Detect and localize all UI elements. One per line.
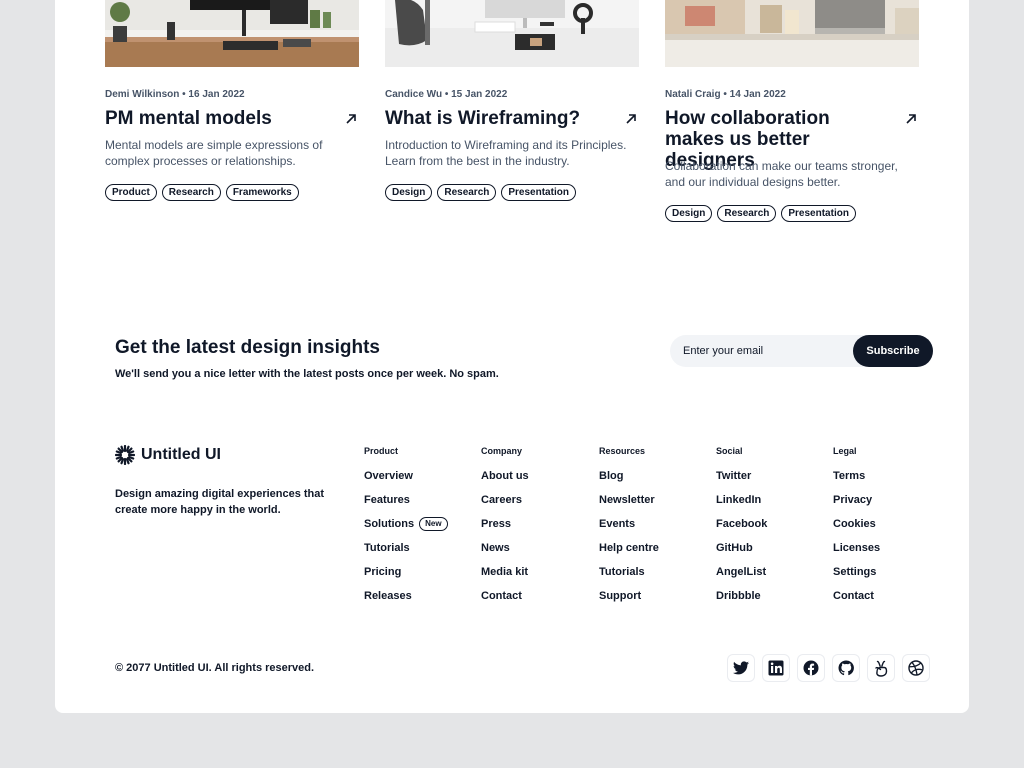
column-heading: Legal: [833, 446, 857, 456]
tag-chip[interactable]: Frameworks: [225, 184, 299, 201]
post-title[interactable]: What is Wireframing?: [385, 108, 607, 129]
collaboration-photo: [665, 0, 919, 67]
linkedin-icon[interactable]: [763, 655, 789, 681]
blog-post-card[interactable]: Candice Wu • 15 Jan 2022 What is Wirefra…: [385, 0, 639, 201]
tag-chip[interactable]: Research: [161, 184, 221, 201]
desk-photo: [105, 0, 359, 67]
post-image-collaboration[interactable]: [665, 0, 919, 67]
footer-link[interactable]: Features: [364, 493, 448, 517]
footer-tagline: Design amazing digital experiences that …: [115, 488, 325, 516]
tag-chip[interactable]: Design: [665, 205, 713, 222]
post-description: Introduction to Wireframing and its Prin…: [385, 138, 627, 168]
footer-link[interactable]: Settings: [833, 565, 880, 589]
footer-link[interactable]: Tutorials: [364, 541, 448, 565]
tag-chip[interactable]: Design: [385, 184, 433, 201]
arrow-up-right-icon[interactable]: [345, 113, 357, 125]
footer-column-product: Product Overview Features Solutions New T…: [364, 446, 448, 613]
newsletter-form: Subscribe: [670, 335, 933, 367]
tag-chip[interactable]: Product: [105, 184, 157, 201]
post-description: Mental models are simple expressions of …: [105, 138, 323, 168]
newsletter-subtitle: We'll send you a nice letter with the la…: [115, 368, 499, 380]
footer-link[interactable]: Contact: [481, 589, 529, 613]
footer-link[interactable]: Contact: [833, 589, 880, 613]
footer-link[interactable]: Press: [481, 517, 529, 541]
tag-chip[interactable]: Presentation: [501, 184, 576, 201]
footer-link[interactable]: Careers: [481, 493, 529, 517]
footer-link[interactable]: Licenses: [833, 541, 880, 565]
footer-column-legal: Legal Terms Privacy Cookies Licenses Set…: [833, 446, 880, 613]
footer-link[interactable]: Newsletter: [599, 493, 659, 517]
twitter-icon[interactable]: [728, 655, 754, 681]
tag-chip[interactable]: Research: [437, 184, 497, 201]
footer-link[interactable]: Media kit: [481, 565, 529, 589]
column-heading: Product: [364, 446, 399, 456]
copyright-text: © 2077 Untitled UI. All rights reserved.: [115, 662, 315, 674]
footer-column-company: Company About us Careers Press News Medi…: [481, 446, 529, 613]
column-heading: Company: [481, 446, 523, 456]
github-icon[interactable]: [833, 655, 859, 681]
subscribe-button[interactable]: Subscribe: [853, 335, 933, 367]
post-description: Collaboration can make our teams stronge…: [665, 159, 898, 189]
post-author-date: Natali Craig • 14 Jan 2022: [665, 89, 786, 100]
footer-link[interactable]: Tutorials: [599, 565, 659, 589]
blog-post-card[interactable]: Demi Wilkinson • 16 Jan 2022 PM mental m…: [105, 0, 359, 201]
footer-link[interactable]: Dribbble: [716, 589, 767, 613]
workspace-photo: [385, 0, 639, 67]
tag-chip[interactable]: Research: [717, 205, 777, 222]
post-image-workspace[interactable]: [385, 0, 639, 67]
footer-link[interactable]: News: [481, 541, 529, 565]
untitled-logo-icon: [115, 445, 135, 465]
footer-link[interactable]: Facebook: [716, 517, 767, 541]
social-icons: [728, 655, 929, 681]
footer-link[interactable]: Help centre: [599, 541, 659, 565]
footer-link-solutions[interactable]: Solutions New: [364, 517, 448, 541]
footer-link[interactable]: Twitter: [716, 469, 767, 493]
newsletter-title: Get the latest design insights: [115, 337, 380, 358]
arrow-up-right-icon[interactable]: [905, 113, 917, 125]
footer-link[interactable]: Releases: [364, 589, 448, 613]
dribbble-icon[interactable]: [903, 655, 929, 681]
footer-column-resources: Resources Blog Newsletter Events Help ce…: [599, 446, 659, 613]
column-heading: Social: [716, 446, 743, 456]
footer-link[interactable]: Overview: [364, 469, 448, 493]
post-author-date: Demi Wilkinson • 16 Jan 2022: [105, 89, 245, 100]
footer-link[interactable]: Support: [599, 589, 659, 613]
footer-link[interactable]: AngelList: [716, 565, 767, 589]
blog-post-card[interactable]: Natali Craig • 14 Jan 2022 How collabora…: [665, 0, 919, 222]
footer-link[interactable]: Events: [599, 517, 659, 541]
facebook-icon[interactable]: [798, 655, 824, 681]
footer-link[interactable]: Privacy: [833, 493, 880, 517]
arrow-up-right-icon[interactable]: [625, 113, 637, 125]
footer-link[interactable]: About us: [481, 469, 529, 493]
footer-link[interactable]: Terms: [833, 469, 880, 493]
footer-link[interactable]: LinkedIn: [716, 493, 767, 517]
footer-link-label: Solutions: [364, 518, 415, 530]
footer-link[interactable]: Blog: [599, 469, 659, 493]
footer-logo[interactable]: Untitled UI: [115, 445, 221, 465]
angellist-icon[interactable]: [868, 655, 894, 681]
post-title[interactable]: PM mental models: [105, 108, 327, 129]
post-author-date: Candice Wu • 15 Jan 2022: [385, 89, 508, 100]
footer-link[interactable]: GitHub: [716, 541, 767, 565]
footer-link[interactable]: Pricing: [364, 565, 448, 589]
footer-column-social: Social Twitter LinkedIn Facebook GitHub …: [716, 446, 767, 613]
post-image-desk[interactable]: [105, 0, 359, 67]
footer-link[interactable]: Cookies: [833, 517, 880, 541]
column-heading: Resources: [599, 446, 646, 456]
tag-chip[interactable]: Presentation: [781, 205, 856, 222]
logo-text: Untitled UI: [141, 446, 221, 463]
email-input[interactable]: [670, 335, 852, 367]
new-badge: New: [419, 517, 448, 531]
